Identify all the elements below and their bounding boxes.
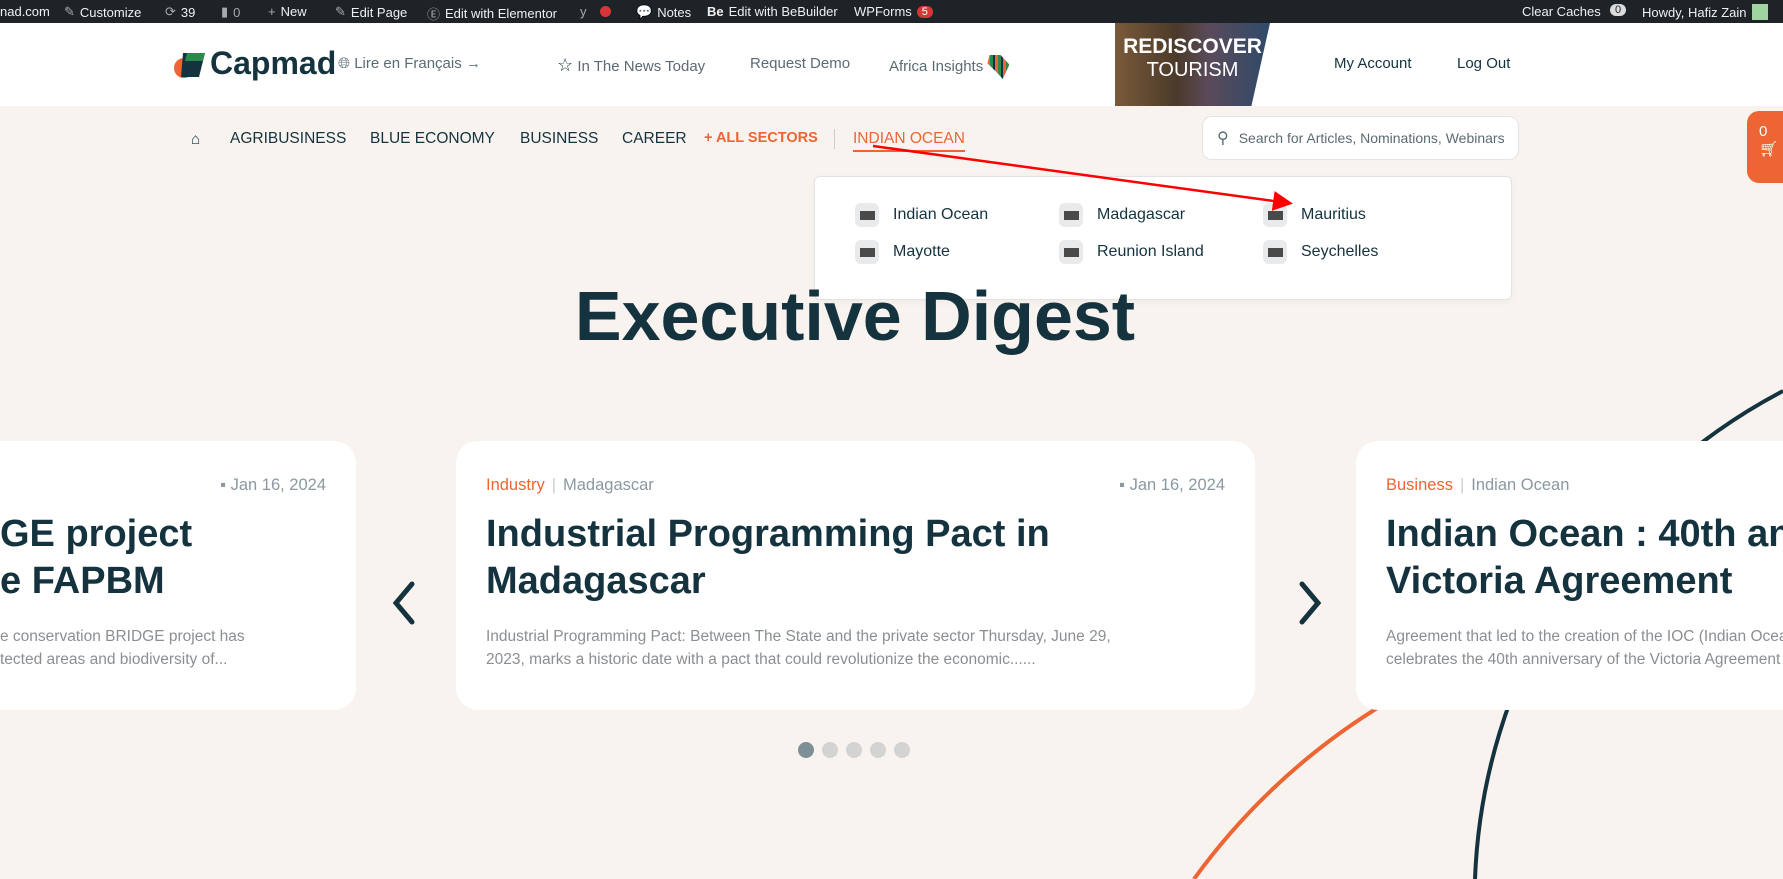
calendar-icon: ▪ [1119, 476, 1125, 494]
card-date-text: Jan 16, 2024 [1129, 476, 1225, 494]
carousel-dot[interactable] [846, 742, 862, 758]
card-date-text: Jan 16, 2024 [230, 476, 326, 494]
card-excerpt-line: e conservation BRIDGE project has [0, 628, 245, 645]
calendar-icon: ▪ [220, 476, 226, 494]
card-category: Industry | Madagascar [486, 476, 654, 495]
card-date: ▪ Jan 16, 2024 [1119, 476, 1225, 495]
article-card[interactable]: ▪ Jan 16, 2024 GE project e FAPBM e conse… [0, 441, 356, 710]
carousel-prev-button[interactable] [390, 580, 418, 626]
card-region-link[interactable]: Madagascar [563, 476, 654, 494]
category-separator: | [551, 476, 556, 494]
carousel-dot[interactable] [822, 742, 838, 758]
article-card[interactable]: Industry | Madagascar ▪ Jan 16, 2024 Indus… [456, 441, 1255, 710]
card-title[interactable]: Indian Ocean : 40th anniversary Victoria … [1386, 511, 1783, 605]
card-excerpt-line: 2023, marks a historic date with a pact … [486, 651, 1036, 668]
card-title-line: Indian Ocean : 40th anniversary [1386, 513, 1783, 555]
carousel-dot[interactable] [894, 742, 910, 758]
carousel-dot[interactable] [870, 742, 886, 758]
card-category-link[interactable]: Business [1386, 476, 1453, 494]
card-excerpt: e conservation BRIDGE project has tected … [0, 625, 245, 671]
card-date: ▪ Jan 16, 2024 [220, 476, 326, 495]
card-category-link[interactable]: Industry [486, 476, 545, 494]
card-title-line: Madagascar [486, 560, 706, 602]
page-title: Executive Digest [574, 277, 1136, 355]
card-title-line: Victoria Agreement [1386, 560, 1733, 602]
card-excerpt-line: celebrates the 40th anniversary of the V… [1386, 651, 1781, 668]
card-title-line: Industrial Programming Pact in [486, 513, 1050, 555]
annotation-arrow-icon [872, 144, 1293, 211]
category-separator: | [1459, 476, 1465, 494]
card-title-line: GE project [0, 513, 193, 555]
carousel-next-button[interactable] [1296, 580, 1324, 626]
card-excerpt-line: Agreement that led to the creation of th… [1386, 628, 1783, 645]
card-title-line: e FAPBM [0, 560, 165, 602]
carousel-dot[interactable] [798, 742, 814, 758]
card-excerpt: Agreement that led to the creation of th… [1386, 625, 1783, 671]
card-excerpt-line: tected areas and biodiversity of... [0, 651, 228, 668]
card-region-link[interactable]: Indian Ocean [1471, 476, 1569, 494]
card-title[interactable]: Industrial Programming Pact in Madagascar [486, 511, 1050, 605]
card-excerpt-line: Industrial Programming Pact: Between The… [486, 628, 1111, 645]
card-excerpt: Industrial Programming Pact: Between The… [486, 625, 1111, 671]
card-title: GE project e FAPBM [0, 511, 192, 605]
card-category: Business | Indian Ocean [1386, 476, 1569, 495]
article-card[interactable]: Business | Indian Ocean Indian Ocean : 40t… [1356, 441, 1783, 710]
